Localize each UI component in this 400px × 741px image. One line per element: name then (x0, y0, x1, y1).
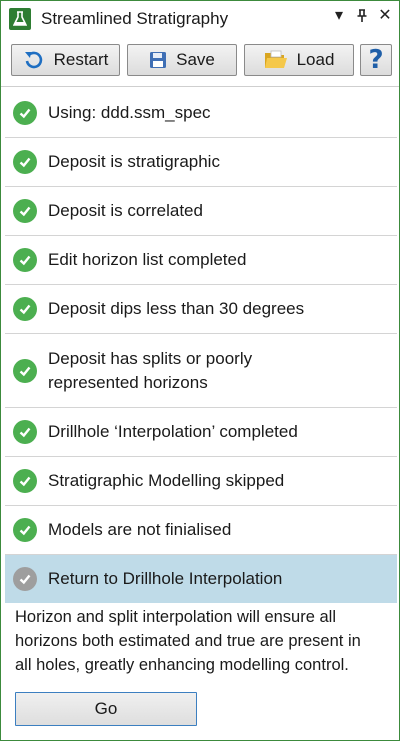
folder-icon (264, 50, 288, 70)
help-button[interactable]: ? (360, 44, 392, 76)
step-item: Edit horizon list completed (5, 236, 397, 285)
check-circle-icon (13, 518, 37, 542)
description-line: horizons both estimated and true are pre… (15, 632, 361, 650)
step-label-line: Deposit has splits or poorly (48, 348, 253, 368)
load-button[interactable]: Load (244, 44, 354, 76)
step-item: Deposit is correlated (5, 187, 397, 236)
step-label: Deposit is stratigraphic (48, 152, 220, 171)
step-item: Deposit has splits or poorly represented… (5, 334, 397, 408)
toolbar: Restart Save Load ? (1, 37, 399, 87)
dropdown-icon[interactable]: ▾ (330, 5, 348, 27)
save-button[interactable]: Save (127, 44, 237, 76)
step-item: Models are not finialised (5, 506, 397, 555)
step-label: Using: ddd.ssm_spec (48, 103, 211, 122)
check-circle-icon (13, 150, 37, 174)
step-label: Deposit dips less than 30 degrees (48, 299, 305, 318)
steps-list: Using: ddd.ssm_spec Deposit is stratigra… (5, 89, 397, 603)
step-item: Deposit is stratigraphic (5, 138, 397, 187)
step-label: Stratigraphic Modelling skipped (48, 471, 285, 490)
check-circle-icon (13, 469, 37, 493)
restart-label: Restart (53, 50, 109, 69)
step-label: Edit horizon list completed (48, 250, 247, 269)
description-line: all holes, greatly enhancing modelling c… (15, 656, 349, 674)
check-circle-icon (13, 199, 37, 223)
flask-icon (9, 8, 31, 30)
close-icon[interactable]: ✕ (376, 5, 394, 27)
description-line: Horizon and split interpolation will ens… (15, 608, 337, 626)
step-item: Using: ddd.ssm_spec (5, 89, 397, 138)
save-label: Save (176, 50, 215, 69)
step-label-line: represented horizons (48, 372, 208, 392)
help-question-icon: ? (368, 45, 384, 75)
check-circle-icon (13, 297, 37, 321)
step-item: Stratigraphic Modelling skipped (5, 457, 397, 506)
check-circle-icon (13, 420, 37, 444)
check-circle-icon (13, 358, 37, 383)
step-description: Horizon and split interpolation will ens… (15, 605, 387, 677)
check-circle-icon (13, 567, 37, 591)
go-label: Go (94, 699, 118, 718)
restart-button[interactable]: Restart (11, 44, 120, 76)
step-label: Deposit has splits or poorly represented… (48, 347, 252, 395)
title-bar: Streamlined Stratigraphy ▾ ✕ (1, 1, 399, 37)
go-button[interactable]: Go (15, 692, 197, 726)
window-title: Streamlined Stratigraphy (41, 9, 229, 28)
floppy-disk-icon (149, 51, 167, 69)
load-label: Load (296, 50, 335, 69)
step-item: Deposit dips less than 30 degrees (5, 285, 397, 334)
check-circle-icon (13, 101, 37, 125)
restart-arrow-icon (23, 49, 45, 71)
step-label: Models are not finialised (48, 520, 232, 539)
step-item: Drillhole ‘Interpolation’ completed (5, 408, 397, 457)
step-item-current[interactable]: Return to Drillhole Interpolation (5, 555, 397, 603)
step-label: Deposit is correlated (48, 201, 203, 220)
streamlined-stratigraphy-window: Streamlined Stratigraphy ▾ ✕ Restart Sav… (0, 0, 400, 741)
pin-icon[interactable] (353, 5, 371, 30)
step-label: Drillhole ‘Interpolation’ completed (48, 422, 298, 441)
step-label: Return to Drillhole Interpolation (48, 569, 283, 588)
check-circle-icon (13, 248, 37, 272)
